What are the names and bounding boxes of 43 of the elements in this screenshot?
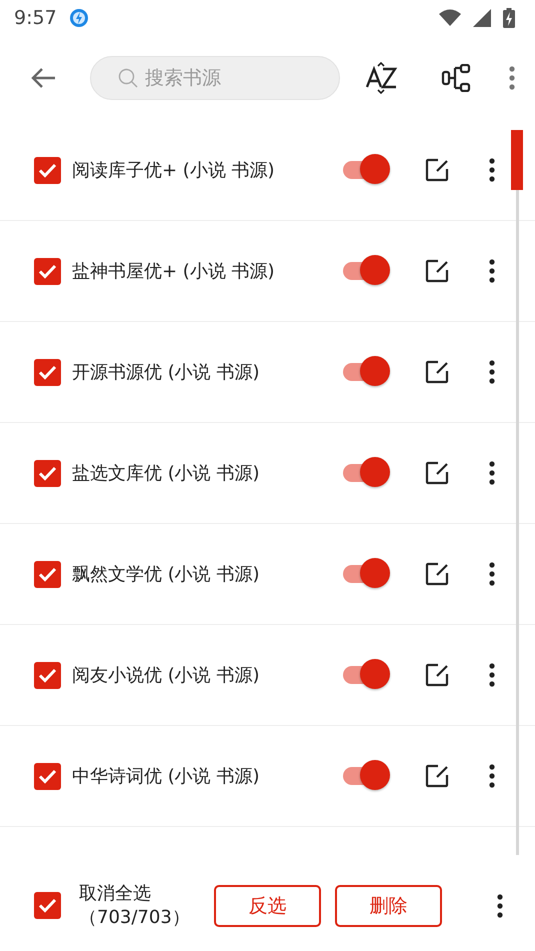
- scrollbar-thumb[interactable]: [511, 130, 523, 190]
- search-icon: [118, 68, 138, 88]
- more-icon: [489, 461, 495, 485]
- source-name: 飘然文学优 (小说 书源): [72, 563, 260, 586]
- checkbox[interactable]: [34, 762, 61, 790]
- more-icon: [497, 894, 503, 918]
- check-icon: [38, 264, 57, 278]
- source-name: 阅友小说优 (小说 书源): [72, 664, 260, 687]
- more-icon: [489, 259, 495, 283]
- checkbox[interactable]: [34, 662, 61, 688]
- more-icon: [489, 158, 495, 182]
- check-icon: [38, 466, 57, 480]
- signal-icon: [473, 8, 491, 26]
- more-icon: [489, 663, 495, 687]
- checkbox[interactable]: [34, 892, 61, 919]
- check-icon: [38, 364, 57, 380]
- source-name: 阅读库子优+ (小说 书源): [72, 159, 276, 182]
- check-icon: [38, 162, 57, 178]
- back-icon: [30, 66, 56, 88]
- checkbox[interactable]: [34, 156, 61, 184]
- check-icon: [38, 898, 57, 913]
- checkbox[interactable]: [34, 358, 61, 386]
- more-icon: [489, 764, 495, 788]
- action-button[interactable]: 反选: [214, 884, 321, 926]
- checkbox[interactable]: [34, 460, 61, 486]
- checkbox[interactable]: [34, 560, 61, 588]
- battery-icon: [503, 8, 515, 28]
- checkbox[interactable]: [34, 258, 61, 284]
- source-name: 中华诗词优 (小说 书源): [72, 765, 260, 788]
- more-icon: [489, 562, 495, 586]
- check-icon: [38, 768, 57, 784]
- wifi-icon: [439, 9, 461, 26]
- more-icon: [509, 66, 515, 90]
- status-time: 9:57: [14, 6, 57, 28]
- search-field[interactable]: 搜索书源: [90, 56, 340, 100]
- select-all-label: 取消全选 （703/703）: [79, 882, 191, 929]
- source-name: 开源书源优 (小说 书源): [72, 361, 260, 384]
- check-icon: [38, 668, 57, 682]
- source-name: 盐神书屋优+ (小说 书源): [72, 260, 276, 283]
- source-name: 盐选文库优 (小说 书源): [72, 462, 260, 485]
- more-icon: [489, 360, 495, 384]
- action-button[interactable]: 删除: [335, 884, 442, 926]
- check-icon: [38, 566, 57, 582]
